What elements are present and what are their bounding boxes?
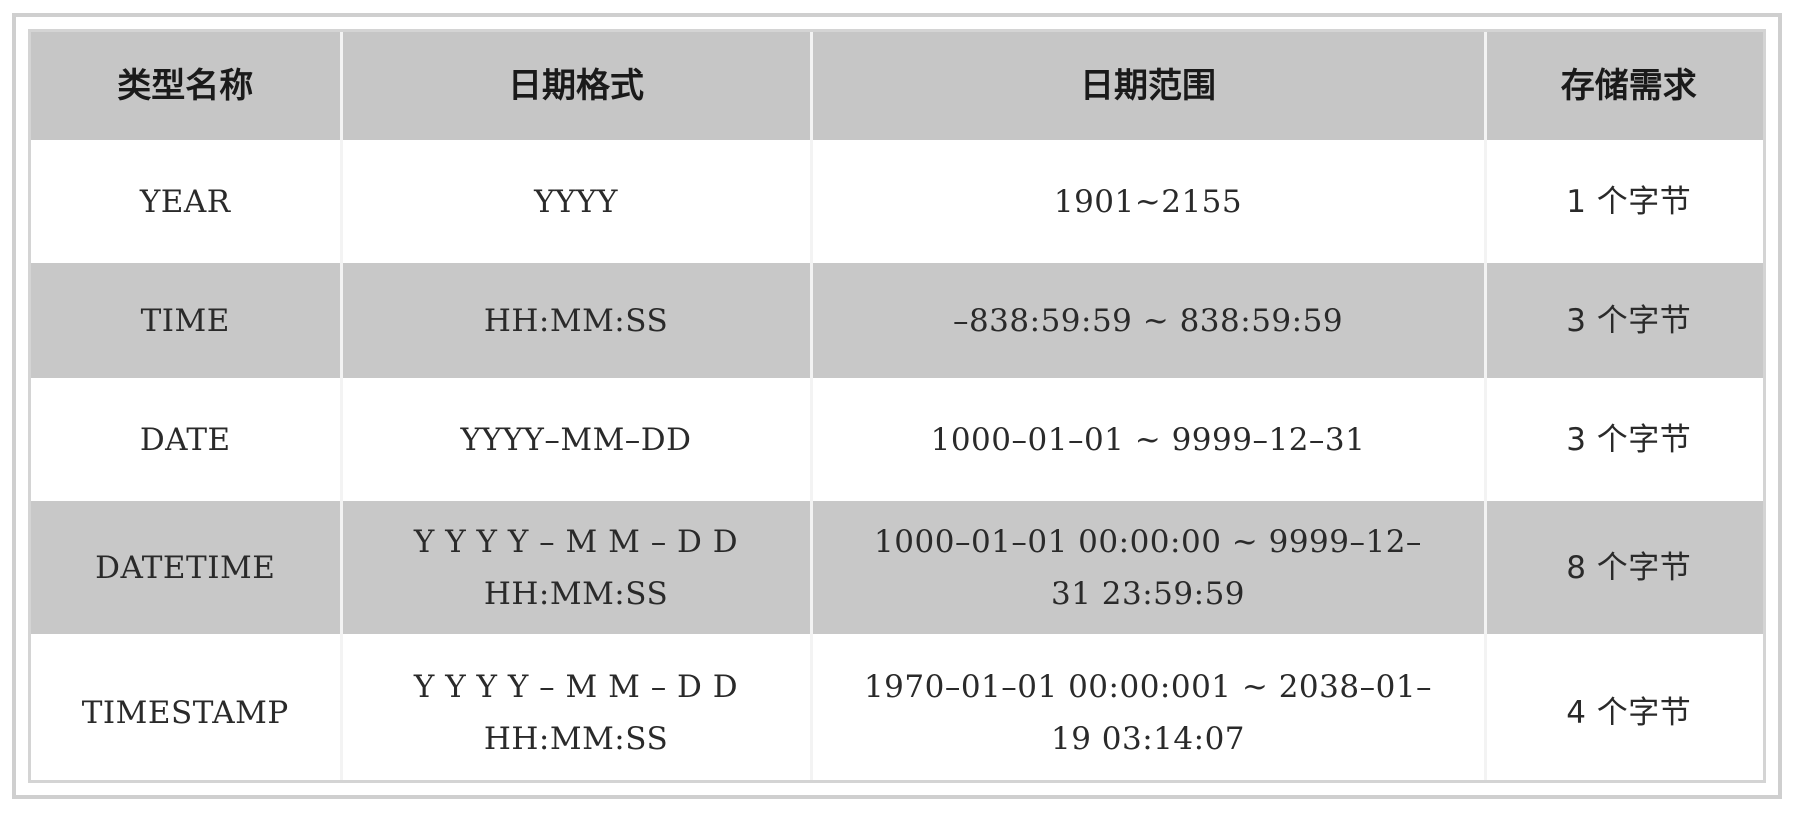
cell-type: DATETIME: [31, 501, 343, 634]
table-container: 类型名称 日期格式 日期范围 存储需求 YEAR YYYY 1901~2155 …: [28, 29, 1766, 783]
table-row: DATETIME Y Y Y Y – M M – D D HH:MM:SS 10…: [31, 501, 1763, 634]
header-row: 类型名称 日期格式 日期范围 存储需求: [31, 32, 1763, 140]
table-row: TIMESTAMP Y Y Y Y – M M – D D HH:MM:SS 1…: [31, 634, 1763, 780]
cell-format-line: Y Y Y Y – M M – D D: [413, 669, 739, 705]
cell-range-line: 31 23:59:59: [1050, 575, 1246, 612]
cell-storage: 3 个字节: [1483, 263, 1763, 378]
cell-format: Y Y Y Y – M M – D D HH:MM:SS: [339, 634, 813, 780]
cell-type: TIMESTAMP: [31, 634, 343, 780]
date-types-table: 类型名称 日期格式 日期范围 存储需求 YEAR YYYY 1901~2155 …: [31, 32, 1763, 780]
cell-format-line: HH:MM:SS: [483, 721, 669, 757]
header-date-range: 日期范围: [809, 32, 1487, 140]
cell-storage: 1 个字节: [1483, 140, 1763, 263]
cell-range: 1901~2155: [809, 140, 1487, 263]
table-row: YEAR YYYY 1901~2155 1 个字节: [31, 140, 1763, 263]
cell-type: TIME: [31, 263, 343, 378]
cell-range: –838:59:59 ~ 838:59:59: [809, 263, 1487, 378]
cell-range-line: 1000–01–01 00:00:00 ~ 9999–12–: [874, 523, 1422, 560]
cell-range-line: 1970–01–01 00:00:001 ~ 2038–01–: [863, 669, 1433, 705]
header-storage: 存储需求: [1483, 32, 1763, 140]
cell-storage: 8 个字节: [1483, 501, 1763, 634]
header-date-format: 日期格式: [339, 32, 813, 140]
cell-type: YEAR: [31, 140, 343, 263]
cell-format: YYYY: [339, 140, 813, 263]
cell-storage: 4 个字节: [1483, 634, 1763, 780]
cell-range: 1000–01–01 ~ 9999–12–31: [809, 378, 1487, 501]
cell-format-line: HH:MM:SS: [483, 575, 669, 612]
cell-range: 1000–01–01 00:00:00 ~ 9999–12– 31 23:59:…: [809, 501, 1487, 634]
cell-format: HH:MM:SS: [339, 263, 813, 378]
cell-format: Y Y Y Y – M M – D D HH:MM:SS: [339, 501, 813, 634]
cell-range: 1970–01–01 00:00:001 ~ 2038–01– 19 03:14…: [809, 634, 1487, 780]
cell-format: YYYY–MM–DD: [339, 378, 813, 501]
table-row: DATE YYYY–MM–DD 1000–01–01 ~ 9999–12–31 …: [31, 378, 1763, 501]
cell-type: DATE: [31, 378, 343, 501]
table-frame: 类型名称 日期格式 日期范围 存储需求 YEAR YYYY 1901~2155 …: [12, 13, 1782, 799]
cell-storage: 3 个字节: [1483, 378, 1763, 501]
cell-format-line: Y Y Y Y – M M – D D: [413, 523, 739, 560]
header-type-name: 类型名称: [31, 32, 343, 140]
table-row: TIME HH:MM:SS –838:59:59 ~ 838:59:59 3 个…: [31, 263, 1763, 378]
cell-range-line: 19 03:14:07: [1050, 721, 1246, 757]
